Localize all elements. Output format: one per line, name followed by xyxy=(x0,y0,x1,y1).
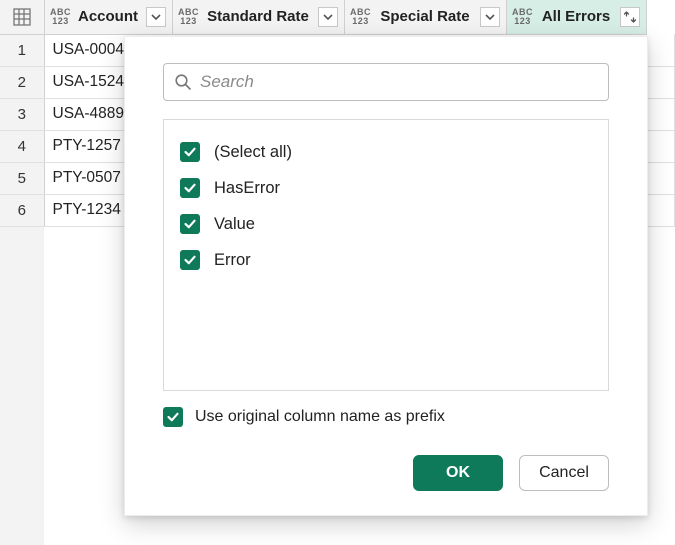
column-name: All Errors xyxy=(537,8,616,25)
checkbox-checked-icon[interactable] xyxy=(180,142,200,162)
datatype-any-icon: ABC123 xyxy=(351,8,371,26)
expand-icon[interactable] xyxy=(620,7,640,27)
column-header-all-errors[interactable]: ABC123 All Errors xyxy=(506,0,646,34)
table-icon xyxy=(13,8,31,26)
column-name: Account xyxy=(75,8,142,25)
row-index[interactable]: 5 xyxy=(0,162,44,194)
column-name: Special Rate xyxy=(375,8,476,25)
row-index[interactable]: 6 xyxy=(0,194,44,226)
grid-corner-cell[interactable] xyxy=(0,0,44,34)
checkbox-checked-icon[interactable] xyxy=(163,407,183,427)
column-header-account[interactable]: ABC123 Account xyxy=(44,0,172,34)
row-index[interactable]: 1 xyxy=(0,34,44,66)
checkbox-checked-icon[interactable] xyxy=(180,214,200,234)
datatype-any-icon: ABC123 xyxy=(51,8,71,26)
search-field-wrap[interactable] xyxy=(163,63,609,101)
checkbox-checked-icon[interactable] xyxy=(180,178,200,198)
checkbox-checked-icon[interactable] xyxy=(180,250,200,270)
option-label: HasError xyxy=(214,179,280,198)
column-name: Standard Rate xyxy=(203,8,314,25)
option-select-all[interactable]: (Select all) xyxy=(180,134,592,170)
row-index[interactable]: 4 xyxy=(0,130,44,162)
option-error[interactable]: Error xyxy=(180,242,592,278)
datatype-any-icon: ABC123 xyxy=(179,8,199,26)
ok-button[interactable]: OK xyxy=(413,455,503,491)
option-label: Value xyxy=(214,215,255,234)
datatype-any-icon: ABC123 xyxy=(513,8,533,26)
column-options-list: (Select all) HasError Value Error xyxy=(163,119,609,391)
use-prefix-label: Use original column name as prefix xyxy=(195,408,445,426)
option-value[interactable]: Value xyxy=(180,206,592,242)
row-gutter-blank xyxy=(0,226,44,545)
column-header-special-rate[interactable]: ABC123 Special Rate xyxy=(344,0,506,34)
option-label: Error xyxy=(214,251,251,270)
expand-column-dialog: (Select all) HasError Value Error xyxy=(124,36,648,516)
column-header-standard-rate[interactable]: ABC123 Standard Rate xyxy=(172,0,344,34)
row-index[interactable]: 2 xyxy=(0,66,44,98)
option-haserror[interactable]: HasError xyxy=(180,170,592,206)
use-prefix-option[interactable]: Use original column name as prefix xyxy=(163,407,609,427)
option-label: (Select all) xyxy=(214,143,292,162)
search-input[interactable] xyxy=(200,72,598,92)
search-icon xyxy=(174,73,192,91)
filter-chevron-icon[interactable] xyxy=(318,7,338,27)
filter-chevron-icon[interactable] xyxy=(146,7,166,27)
row-index[interactable]: 3 xyxy=(0,98,44,130)
filter-chevron-icon[interactable] xyxy=(480,7,500,27)
cancel-button[interactable]: Cancel xyxy=(519,455,609,491)
